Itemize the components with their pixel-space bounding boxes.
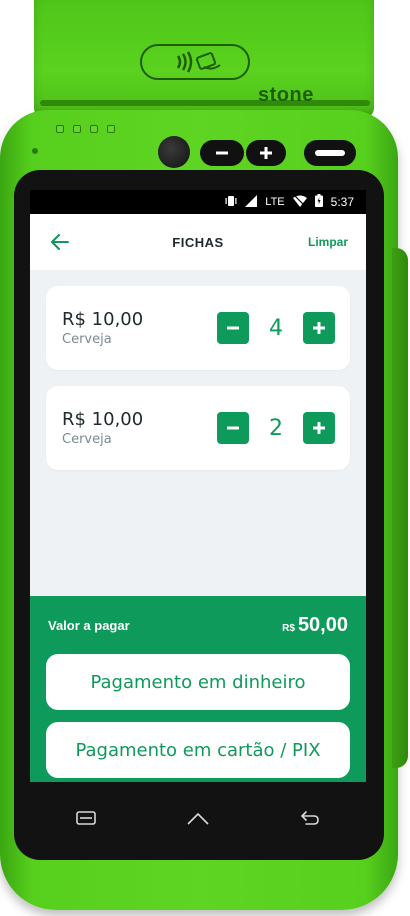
total-value: R$ 50,00 <box>282 614 348 637</box>
battery-icon <box>314 194 323 210</box>
total-currency: R$ <box>282 622 295 634</box>
android-nav-bar <box>30 790 366 846</box>
item-name: Cerveja <box>62 432 112 447</box>
hardware-power-button[interactable] <box>304 140 356 166</box>
contactless-icon <box>140 44 250 80</box>
list-item: R$ 10,00 Cerveja 4 <box>46 286 350 370</box>
minus-icon <box>216 151 228 155</box>
item-price: R$ 10,00 <box>62 409 144 430</box>
decrement-button[interactable] <box>217 312 249 344</box>
item-name: Cerveja <box>62 332 112 347</box>
app-screen: LTE 5:37 FICHAS Limpar R$ 10,00 Cerveja <box>30 190 366 782</box>
card-pix-payment-button[interactable]: Pagamento em cartão / PIX <box>46 722 350 778</box>
increment-button[interactable] <box>303 412 335 444</box>
minus-icon <box>227 326 239 330</box>
side-button <box>392 248 408 768</box>
status-led <box>32 148 38 154</box>
menu-icon[interactable] <box>66 803 106 833</box>
minus-icon <box>227 426 239 430</box>
indicator-lights <box>56 125 115 133</box>
total-amount: 50,00 <box>297 613 348 636</box>
arrow-left-icon[interactable] <box>48 230 72 254</box>
payment-footer: Valor a pagar R$ 50,00 Pagamento em dinh… <box>30 596 366 782</box>
total-label: Valor a pagar <box>48 617 130 633</box>
plus-icon <box>313 322 325 334</box>
cash-payment-button[interactable]: Pagamento em dinheiro <box>46 654 350 710</box>
pos-terminal: stone LTE 5:37 FICHAS Limpar R$ 10,00 Ce… <box>0 0 410 916</box>
nfc-wave-icon <box>176 51 221 73</box>
hardware-volume-down-button[interactable] <box>200 140 244 166</box>
home-icon[interactable] <box>178 803 218 833</box>
item-info: R$ 10,00 Cerveja <box>62 409 217 447</box>
camera <box>158 136 190 168</box>
printer-slot <box>40 100 370 106</box>
status-bar: LTE 5:37 <box>30 190 366 214</box>
back-icon[interactable] <box>290 803 330 833</box>
clock: 5:37 <box>330 195 354 209</box>
increment-button[interactable] <box>303 312 335 344</box>
plus-icon <box>313 422 325 434</box>
network-type: LTE <box>265 196 285 208</box>
plus-icon <box>260 147 272 159</box>
list-item: R$ 10,00 Cerveja 2 <box>46 386 350 470</box>
signal-icon <box>245 194 258 210</box>
quantity-stepper: 2 <box>217 412 335 444</box>
clear-button[interactable]: Limpar <box>308 235 348 249</box>
vibrate-icon <box>225 195 237 210</box>
hardware-volume-up-button[interactable] <box>246 140 286 166</box>
app-bar: FICHAS Limpar <box>30 214 366 270</box>
item-info: R$ 10,00 Cerveja <box>62 309 217 347</box>
brand-logo: stone <box>258 84 314 106</box>
item-price: R$ 10,00 <box>62 309 144 330</box>
total-row: Valor a pagar R$ 50,00 <box>46 596 350 654</box>
ticket-list: R$ 10,00 Cerveja 4 R$ 10,00 Cerveja 2 <box>30 270 366 470</box>
quantity-value: 4 <box>269 315 283 341</box>
wifi-icon <box>292 195 307 210</box>
decrement-button[interactable] <box>217 412 249 444</box>
quantity-value: 2 <box>269 415 283 441</box>
quantity-stepper: 4 <box>217 312 335 344</box>
